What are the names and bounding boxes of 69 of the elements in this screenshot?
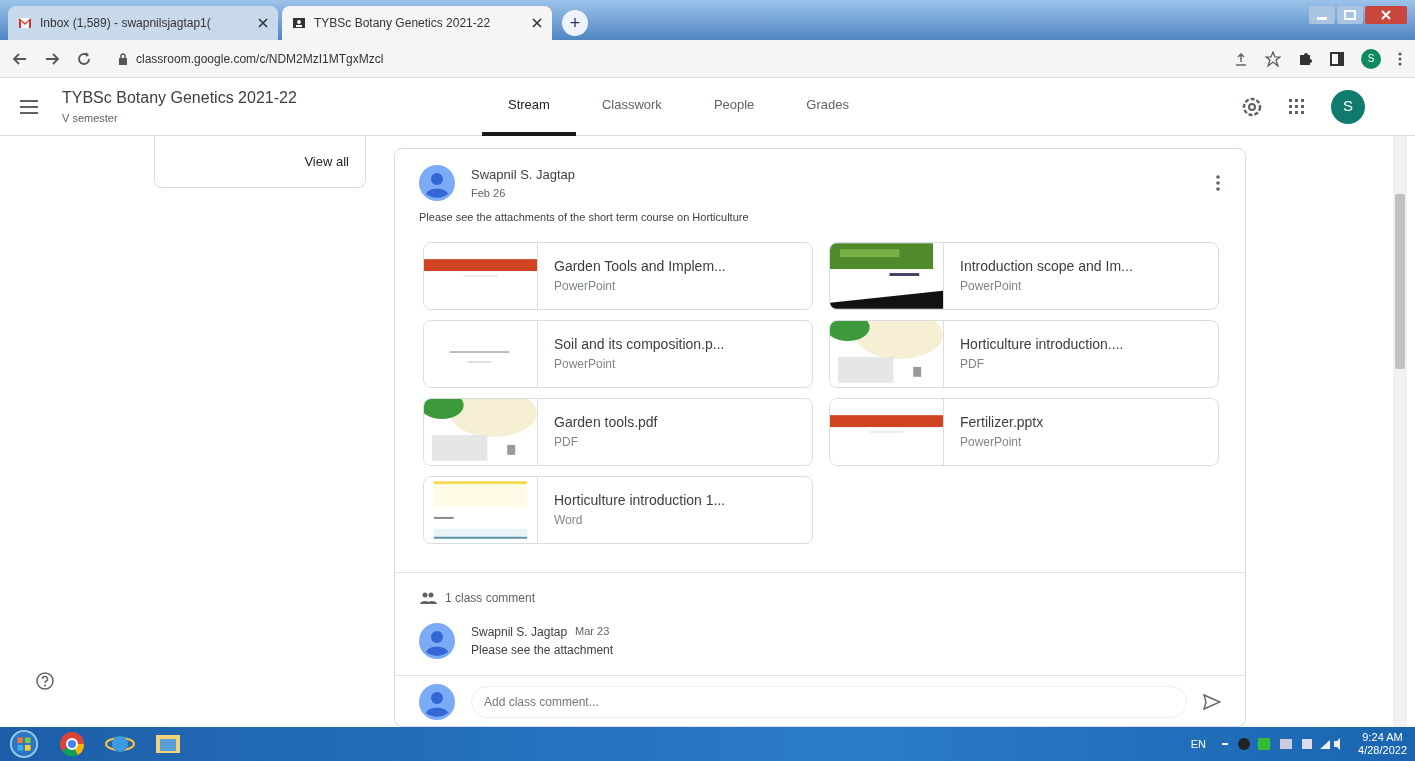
attachment-card[interactable]: Introduction scope and Im... PowerPoint [829, 241, 1219, 310]
attachment-card[interactable]: Garden tools.pdf PDF [423, 397, 813, 466]
attachment-card[interactable]: Horticulture introduction.... PDF [829, 319, 1219, 388]
scrollbar[interactable] [1393, 136, 1407, 727]
attachment-title: Garden tools.pdf [554, 413, 658, 432]
more-icon[interactable] [1215, 174, 1221, 192]
star-icon[interactable] [1265, 50, 1281, 67]
side-panel-icon[interactable] [1329, 50, 1345, 67]
attachment-type: PowerPoint [960, 278, 1023, 295]
tray-icons-drawing[interactable] [1222, 736, 1343, 752]
comment-author: Swapnil S. Jagtap [471, 623, 568, 641]
attachment-card[interactable]: Horticulture introduction 1... Word [423, 475, 813, 544]
close-icon[interactable] [532, 18, 542, 28]
attachment-type: PowerPoint [960, 434, 1023, 451]
nav-tab[interactable]: Classwork [575, 77, 688, 136]
browser-tab[interactable]: Inbox (1,589) - swapnilsjagtap1( [8, 6, 278, 40]
comment-text: Please see the attachment [471, 641, 614, 659]
puzzle-icon[interactable] [1297, 50, 1313, 67]
close-icon[interactable] [258, 18, 268, 28]
comments-count[interactable]: 1 class comment [445, 588, 536, 607]
mail-icon [18, 16, 32, 30]
attachment-title: Soil and its composition.p... [554, 335, 725, 354]
attachment-card[interactable]: Garden Tools and Implem... PowerPoint [423, 241, 813, 310]
nav-tab[interactable]: Grades [780, 77, 875, 136]
reload-icon[interactable] [76, 50, 92, 67]
clock-time[interactable]: 9:24 AM [1358, 730, 1407, 744]
clock-date[interactable]: 4/28/2022 [1358, 744, 1407, 758]
attachment-type: PDF [960, 356, 985, 373]
attachment-card[interactable]: Soil and its composition.p... PowerPoint [423, 319, 813, 388]
send-icon[interactable] [1203, 693, 1221, 710]
people-icon [419, 590, 437, 605]
author-name: Swapnil S. Jagtap [471, 166, 577, 184]
new-tab-button[interactable]: + [562, 10, 588, 36]
menu-icon[interactable] [20, 99, 38, 114]
nav-tab[interactable]: People [687, 77, 781, 136]
share-icon[interactable] [1233, 50, 1249, 67]
avatar-icon [419, 622, 455, 659]
forward-icon[interactable] [44, 50, 60, 67]
help-icon[interactable] [35, 671, 55, 691]
comment-field[interactable]: Add class comment... [471, 685, 1187, 718]
attachment-title: Horticulture introduction 1... [554, 491, 726, 510]
class-title[interactable]: TYBSc Botany Genetics 2021-22 [62, 86, 422, 111]
profile-avatar[interactable]: S [1361, 48, 1381, 69]
class-subtitle: V semester [62, 111, 119, 127]
language-indicator[interactable]: EN [1190, 735, 1207, 753]
comment-date: Mar 23 [575, 623, 610, 639]
settings-icon[interactable] [1241, 95, 1263, 118]
avatar-icon [419, 165, 455, 201]
browser-tab[interactable]: TYBSc Botany Genetics 2021-22 [282, 6, 552, 40]
classroom-icon [292, 16, 306, 30]
attachment-title: Introduction scope and Im... [960, 257, 1133, 276]
lock-icon [118, 52, 128, 65]
attachment-type: PDF [554, 434, 579, 451]
account-avatar[interactable]: S [1331, 89, 1365, 124]
apps-icon[interactable] [1287, 96, 1307, 117]
attachment-title: Horticulture introduction.... [960, 335, 1124, 354]
back-icon[interactable] [12, 50, 28, 67]
url-text[interactable]: classroom.google.com/c/NDM2MzI1MTgxMzcl [136, 49, 384, 68]
more-icon[interactable] [1397, 50, 1403, 67]
view-all-link[interactable]: View all [304, 152, 349, 172]
avatar-icon [419, 683, 455, 720]
attachment-type: Word [554, 512, 584, 529]
attachment-card[interactable]: Fertilizer.pptx PowerPoint [829, 397, 1219, 466]
attachment-type: PowerPoint [554, 278, 617, 295]
attachment-title: Garden Tools and Implem... [554, 257, 726, 276]
post-date: Feb 26 [471, 185, 507, 201]
attachment-type: PowerPoint [554, 356, 617, 373]
post-text: Please see the attachments of the short term course on Horticulture [418, 210, 750, 225]
attachment-title: Fertilizer.pptx [960, 413, 1044, 432]
